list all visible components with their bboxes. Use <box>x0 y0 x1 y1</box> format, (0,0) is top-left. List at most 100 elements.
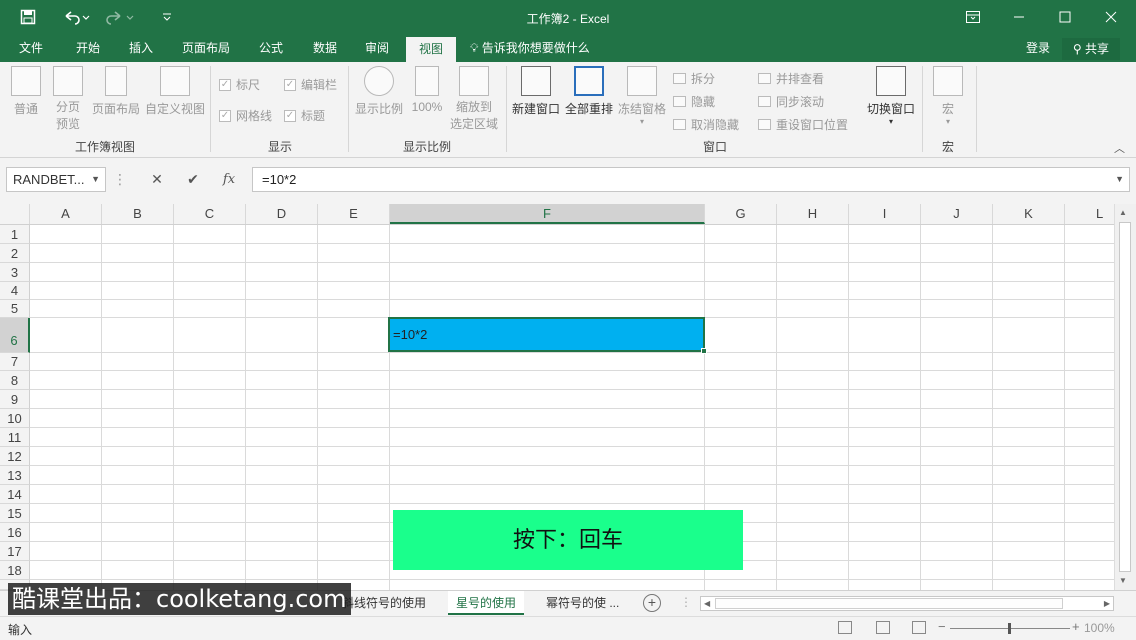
gridlines-checkbox[interactable]: ✓ 网格线 <box>219 107 272 124</box>
split-button[interactable]: 拆分 <box>673 70 715 87</box>
add-sheet-icon[interactable]: + <box>643 594 661 612</box>
zoom-slider-knob[interactable] <box>1008 623 1011 634</box>
ribbon-display-options-icon[interactable] <box>950 0 996 34</box>
zoom-to-selection-button[interactable]: 缩放到 选定区域 <box>448 66 500 132</box>
formula-bar-check-icon: ✓ <box>284 78 296 91</box>
column-header-k[interactable]: K <box>993 204 1065 224</box>
name-box[interactable]: RANDBET... ▼ <box>6 167 106 192</box>
sheet-tab[interactable]: 幂符号的使 ... <box>538 591 627 615</box>
row-header[interactable]: 11 <box>0 428 30 447</box>
zoom-in-icon[interactable]: + <box>1072 619 1080 634</box>
row-header[interactable]: 13 <box>0 466 30 485</box>
column-header-d[interactable]: D <box>246 204 318 224</box>
zoom-out-icon[interactable]: − <box>938 619 946 634</box>
row-header[interactable]: 18 <box>0 561 30 580</box>
reset-window-position-button[interactable]: 重设窗口位置 <box>758 116 848 133</box>
row-header[interactable]: 1 <box>0 225 30 244</box>
tell-me-box[interactable]: 💡︎ 告诉我你想要做什么 <box>470 34 590 62</box>
column-header-c[interactable]: C <box>174 204 246 224</box>
arrange-all-button[interactable]: 全部重排 <box>564 66 614 117</box>
formula-input[interactable]: =10*2 ▼ <box>252 167 1130 192</box>
row-header-selected[interactable]: 6 <box>0 318 30 353</box>
column-header-g[interactable]: G <box>705 204 777 224</box>
select-all-corner[interactable] <box>0 204 30 224</box>
row-header[interactable]: 14 <box>0 485 30 504</box>
unhide-button[interactable]: 取消隐藏 <box>673 116 739 133</box>
row-header[interactable]: 15 <box>0 504 30 523</box>
row-header[interactable]: 9 <box>0 390 30 409</box>
zoom-100-button[interactable]: 100% <box>408 66 446 114</box>
view-side-by-side-button[interactable]: 并排查看 <box>758 70 824 87</box>
tab-page-layout[interactable]: 页面布局 <box>174 34 238 62</box>
normal-view-button[interactable]: 普通 <box>6 66 46 117</box>
column-header-l[interactable]: L <box>1065 204 1114 224</box>
row-header[interactable]: 7 <box>0 353 30 371</box>
ruler-checkbox[interactable]: ✓ 标尺 <box>219 76 260 93</box>
share-button[interactable]: ⚲ 共享 <box>1062 38 1120 60</box>
scroll-up-icon[interactable]: ▲ <box>1119 208 1127 217</box>
tab-formulas[interactable]: 公式 <box>248 34 294 62</box>
row-header[interactable]: 8 <box>0 371 30 390</box>
maximize-icon[interactable] <box>1042 0 1088 34</box>
formula-bar-checkbox[interactable]: ✓ 编辑栏 <box>284 76 337 93</box>
row-header[interactable]: 5 <box>0 300 30 318</box>
row-header[interactable]: 12 <box>0 447 30 466</box>
macros-button[interactable]: 宏 ▾ <box>930 66 966 126</box>
zoom-level[interactable]: 100% <box>1084 621 1115 635</box>
page-break-preview-button[interactable]: 分页 预览 <box>50 66 86 132</box>
column-header-b[interactable]: B <box>102 204 174 224</box>
normal-view-icon[interactable] <box>838 621 852 634</box>
column-header-f[interactable]: F <box>390 204 705 224</box>
row-header[interactable]: 4 <box>0 282 30 300</box>
unhide-icon <box>673 119 686 130</box>
freeze-panes-button[interactable]: 冻结窗格 ▾ <box>616 66 668 126</box>
collapse-ribbon-icon[interactable]: ︿ <box>1114 140 1125 156</box>
sheet-tab-active[interactable]: 星号的使用 <box>448 591 525 615</box>
cancel-icon[interactable]: ✕ <box>142 167 172 192</box>
active-cell-f6[interactable]: =10*2 <box>388 317 707 354</box>
scroll-left-icon[interactable]: ◀ <box>704 597 710 610</box>
column-header-i[interactable]: I <box>849 204 921 224</box>
row-header[interactable]: 17 <box>0 542 30 561</box>
tab-review[interactable]: 审阅 <box>354 34 400 62</box>
row-header[interactable]: 16 <box>0 523 30 542</box>
fill-handle[interactable] <box>701 348 707 354</box>
tab-view[interactable]: 视图 <box>406 37 456 62</box>
page-break-preview-icon[interactable] <box>912 621 926 634</box>
worksheet-grid[interactable]: A B C D E F G H I J K L 1 2 3 4 5 6 7 8 … <box>0 204 1114 590</box>
row-header[interactable]: 10 <box>0 409 30 428</box>
headings-checkbox[interactable]: ✓ 标题 <box>284 107 325 124</box>
new-window-button[interactable]: 新建窗口 <box>510 66 562 117</box>
enter-icon[interactable]: ✔ <box>178 167 208 192</box>
close-icon[interactable] <box>1088 0 1134 34</box>
page-layout-view-button[interactable]: 页面布局 <box>90 66 142 117</box>
scroll-down-icon[interactable]: ▼ <box>1119 576 1127 585</box>
tab-file[interactable]: 文件 <box>10 34 52 62</box>
zoom-button[interactable]: 显示比例 <box>354 66 404 117</box>
minimize-icon[interactable] <box>996 0 1042 34</box>
tab-home[interactable]: 开始 <box>64 34 112 62</box>
tab-insert[interactable]: 插入 <box>118 34 164 62</box>
zoom-slider[interactable] <box>950 623 1070 634</box>
column-header-j[interactable]: J <box>921 204 993 224</box>
sync-scroll-button[interactable]: 同步滚动 <box>758 93 824 110</box>
scroll-right-icon[interactable]: ▶ <box>1104 597 1110 610</box>
column-header-a[interactable]: A <box>30 204 102 224</box>
vertical-scrollbar[interactable]: ▲ ▼ <box>1114 204 1136 590</box>
row-header[interactable]: 2 <box>0 244 30 263</box>
page-layout-icon[interactable] <box>876 621 890 634</box>
expand-formula-bar-icon[interactable]: ▼ <box>1115 168 1124 191</box>
custom-views-button[interactable]: 自定义视图 <box>144 66 206 117</box>
tab-data[interactable]: 数据 <box>302 34 348 62</box>
row-header[interactable]: 3 <box>0 263 30 282</box>
horizontal-scrollbar[interactable]: ◀ ▶ <box>700 596 1114 611</box>
column-header-h[interactable]: H <box>777 204 849 224</box>
insert-function-icon[interactable]: fx <box>214 167 244 192</box>
switch-windows-button[interactable]: 切换窗口 ▾ <box>864 66 918 126</box>
column-header-e[interactable]: E <box>318 204 390 224</box>
horizontal-scroll-thumb[interactable] <box>715 598 1063 609</box>
hide-button[interactable]: 隐藏 <box>673 93 715 110</box>
chevron-down-icon[interactable]: ▼ <box>91 168 100 191</box>
sign-in-link[interactable]: 登录 <box>1026 34 1050 62</box>
vertical-scroll-thumb[interactable] <box>1119 222 1131 572</box>
